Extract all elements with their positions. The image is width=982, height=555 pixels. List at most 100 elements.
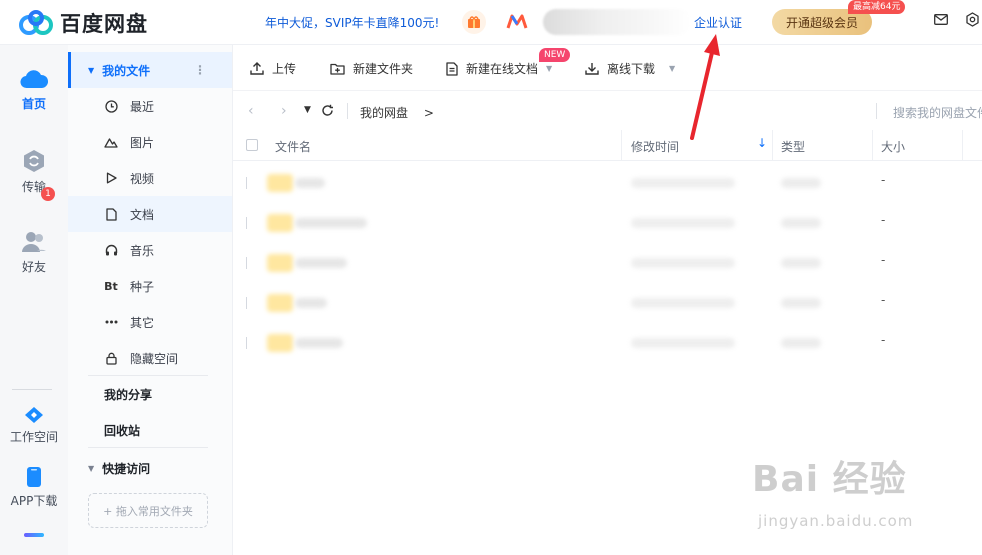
sidebar-item-music[interactable]: 音乐 [68,232,232,268]
sidebar-item-label: 图片 [130,135,155,150]
chevron-down-icon[interactable]: ▼ [669,64,675,73]
modified-time [631,338,735,348]
row-checkbox[interactable] [246,177,249,189]
modified-time [631,178,735,188]
table-row[interactable]: - [233,202,982,242]
upload-label: 上传 [272,62,297,76]
search-input[interactable]: 搜索我的网盘文件 [893,104,982,121]
folder-icon [267,254,293,272]
file-size: - [881,173,886,187]
folder-plus-icon [330,63,345,75]
sidebar-item-documents[interactable]: 文档 [68,196,232,232]
rail-item-workspace[interactable]: 工作空间 [0,406,68,445]
top-header: 百度网盘 年中大促，SVIP年卡直降100元! 企业认证 开通超级会员 最高减6… [0,0,982,45]
nav-divider [347,103,348,119]
row-checkbox[interactable] [246,297,249,309]
table-row[interactable]: - [233,282,982,322]
history-dropdown-icon[interactable]: ▼ [304,105,311,115]
file-name[interactable] [295,178,325,188]
cloud-icon [20,70,49,89]
sidebar-item-recent[interactable]: 最近 [68,88,232,124]
rail-divider [12,389,52,390]
more-vertical-icon[interactable]: ⋮ [194,63,206,77]
navigation-bar: ‹ › ▼ 我的网盘 > 搜索我的网盘文件 [233,92,982,130]
breadcrumb[interactable]: 我的网盘 > [360,104,434,121]
back-arrow-icon[interactable]: ‹ [248,103,254,119]
column-type[interactable]: 类型 [781,138,805,155]
gear-icon[interactable] [965,12,980,27]
sidebar-item-my-share[interactable]: 我的分享 [68,376,232,412]
transfer-icon [24,150,44,172]
play-icon [104,171,118,185]
caret-down-icon: ▼ [88,65,95,75]
sidebar-item-recycle[interactable]: 回收站 [68,412,232,448]
image-icon [104,135,118,149]
promo-link[interactable]: 年中大促，SVIP年卡直降100元! [265,14,439,31]
file-type [781,338,821,348]
workspace-icon [25,407,43,423]
column-divider[interactable] [772,130,773,160]
rail-more-icon[interactable] [24,533,44,537]
column-divider[interactable] [962,130,963,160]
bt-icon: Bt [104,279,118,293]
file-name[interactable] [295,258,347,268]
sidebar-item-torrents[interactable]: Bt 种子 [68,268,232,304]
forward-arrow-icon[interactable]: › [281,103,287,119]
sidebar-item-label: 快捷访问 [102,461,151,476]
table-row[interactable]: - [233,162,982,202]
upload-button[interactable]: 上传 [250,60,296,77]
sidebar: ▼ 我的文件 ⋮ 最近 图片 视频 文档 音乐 Bt 种子 其它 隐藏空间 我的… [68,45,233,555]
modified-time [631,218,735,228]
file-name[interactable] [295,338,343,348]
column-divider[interactable] [621,130,622,160]
file-name[interactable] [295,298,327,308]
column-modified[interactable]: 修改时间 [631,138,679,155]
search-divider [876,103,877,119]
table-row[interactable]: - [233,322,982,362]
sidebar-item-images[interactable]: 图片 [68,124,232,160]
sidebar-item-videos[interactable]: 视频 [68,160,232,196]
rail-item-app-download[interactable]: APP下载 [0,466,68,509]
new-online-doc-button[interactable]: 新建在线文档 ▼ [446,60,552,77]
gift-icon[interactable] [462,10,486,34]
column-filename[interactable]: 文件名 [275,138,311,155]
vip-discount-badge: 最高减64元 [848,0,906,14]
column-size[interactable]: 大小 [881,138,905,155]
sidebar-item-my-files[interactable]: ▼ 我的文件 ⋮ [68,52,232,88]
sidebar-item-label: 音乐 [130,243,155,258]
file-name[interactable] [295,218,367,228]
chevron-down-icon[interactable]: ▼ [546,64,552,73]
row-checkbox[interactable] [246,337,249,349]
offline-download-button[interactable]: 离线下载 ▼ [585,60,675,77]
app-logo-icon[interactable] [505,10,529,34]
sidebar-item-label: 其它 [130,315,155,330]
enterprise-auth-link[interactable]: 企业认证 [694,14,742,31]
mail-icon[interactable] [934,14,948,25]
breadcrumb-item[interactable]: 我的网盘 [360,106,408,120]
sidebar-item-hidden-space[interactable]: 隐藏空间 [68,340,232,376]
sidebar-item-quick-access[interactable]: ▼ 快捷访问 [68,450,232,486]
more-icon [104,315,118,329]
row-checkbox[interactable] [246,257,249,269]
new-folder-button[interactable]: 新建文件夹 [330,60,413,77]
new-online-doc-label: 新建在线文档 [466,62,539,76]
app-logo[interactable]: 百度网盘 [18,8,148,38]
row-checkbox[interactable] [246,217,249,229]
sort-desc-icon[interactable]: ↓ [757,136,767,150]
select-all-checkbox[interactable] [246,139,258,151]
new-badge: NEW [539,48,571,62]
sidebar-item-others[interactable]: 其它 [68,304,232,340]
table-row[interactable]: - [233,242,982,282]
quick-access-drop-zone[interactable]: + 拖入常用文件夹 [88,493,208,528]
column-divider[interactable] [872,130,873,160]
file-size: - [881,293,886,307]
left-rail: 首页 传输 1 好友 工作空间 APP下载 [0,45,68,555]
rail-item-friends[interactable]: 好友 [0,230,68,275]
user-avatar-name[interactable] [543,9,691,35]
headphones-icon [104,243,118,257]
folder-icon [267,174,293,192]
refresh-icon[interactable] [321,104,334,117]
rail-item-transfer[interactable]: 传输 [0,148,68,195]
file-type [781,258,821,268]
rail-item-home[interactable]: 首页 [0,67,68,112]
